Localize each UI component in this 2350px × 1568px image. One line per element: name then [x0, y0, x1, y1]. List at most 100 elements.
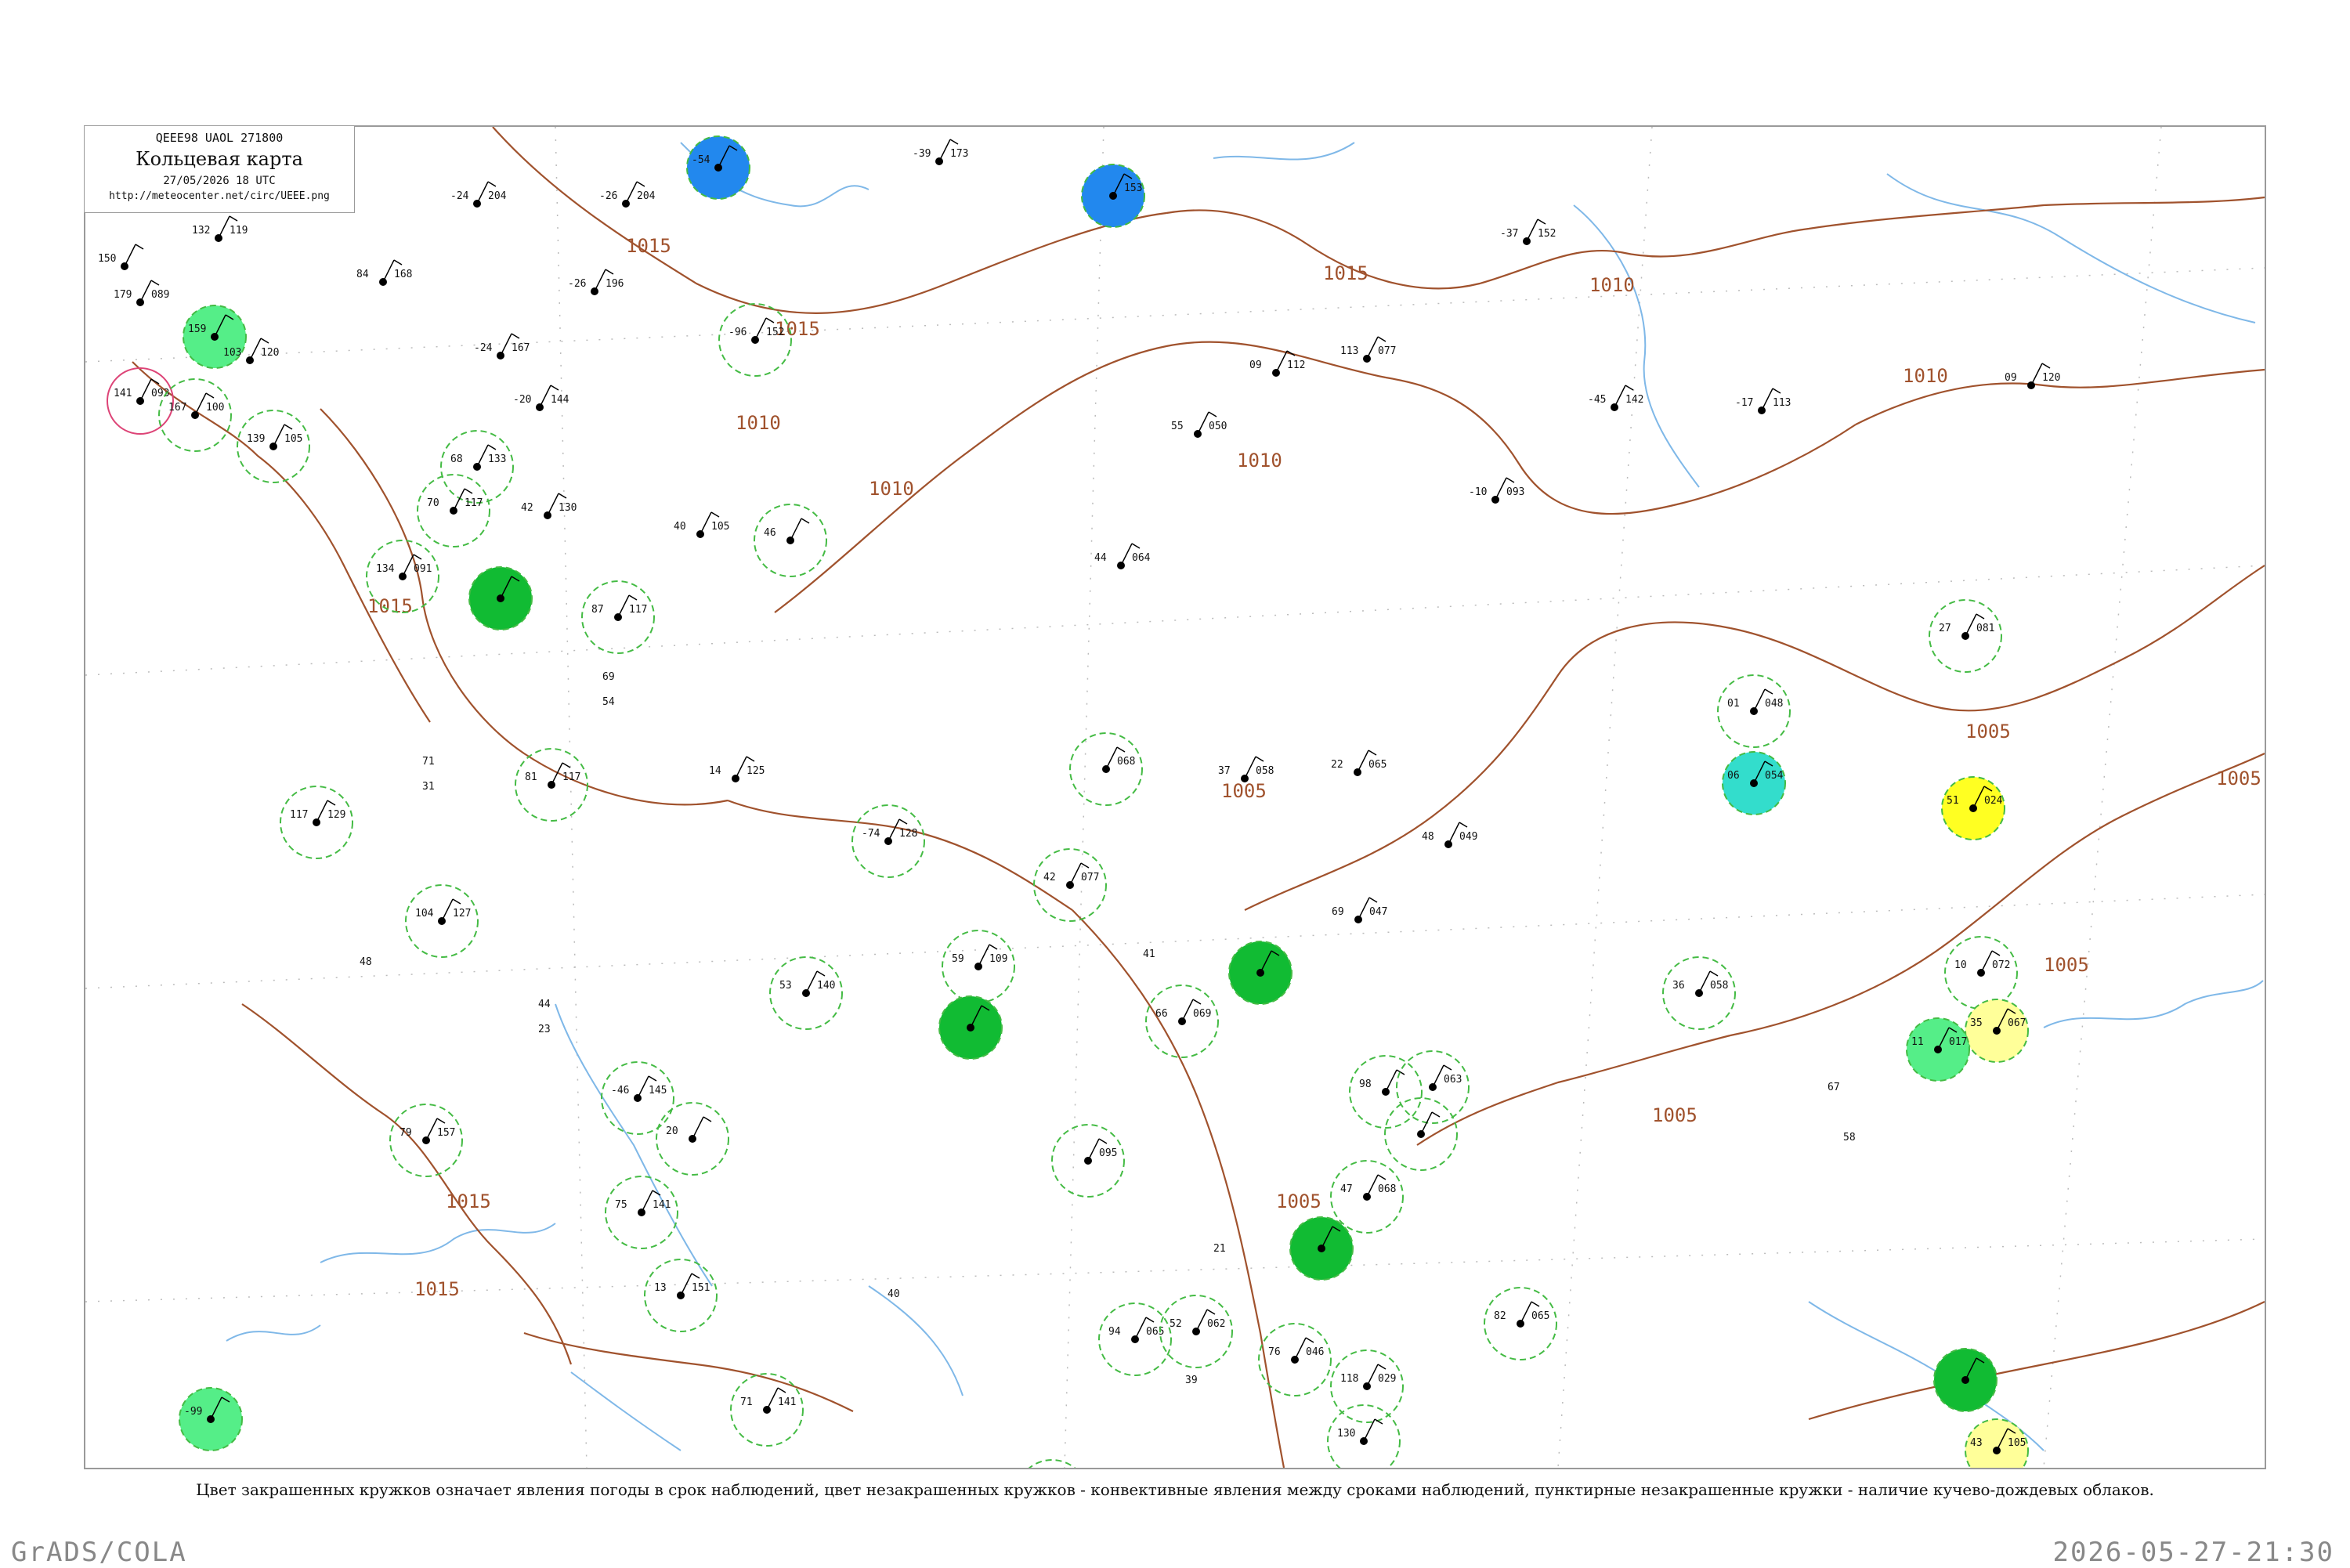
- station-plot[interactable]: [1289, 1216, 1354, 1281]
- station-plot[interactable]: 11 017: [1906, 1017, 1970, 1082]
- station-plot[interactable]: 76 046: [1258, 1323, 1332, 1396]
- grid-line: [85, 565, 2265, 676]
- station-plot[interactable]: -45 142: [1588, 385, 1643, 411]
- station-plot[interactable]: 159: [183, 305, 247, 369]
- station-pressure: 142: [1625, 394, 1643, 406]
- station-temperature: 134: [376, 563, 395, 575]
- station-temperature: 76: [1268, 1346, 1281, 1358]
- station-plot[interactable]: -37 152: [1500, 219, 1556, 245]
- station-plot[interactable]: [1933, 1348, 1998, 1412]
- wind-barb: [1181, 999, 1194, 1022]
- station-plot[interactable]: 150: [98, 244, 144, 270]
- station-plot[interactable]: 118 029: [1330, 1349, 1404, 1423]
- station-plot[interactable]: 095: [1051, 1124, 1125, 1198]
- station-plot[interactable]: 53 140: [769, 956, 843, 1030]
- station-plot[interactable]: -10 093: [1469, 477, 1524, 504]
- wind-barb-feather: [765, 317, 775, 323]
- station-plot[interactable]: 43 105: [1965, 1418, 2029, 1468]
- isobar-label: 1005: [2044, 954, 2089, 976]
- station-plot[interactable]: 27 081: [1929, 599, 2002, 673]
- station-plot[interactable]: 117 129: [280, 786, 353, 859]
- station-temperature: -24: [450, 190, 469, 202]
- wind-barb-feather: [1625, 385, 1634, 391]
- station-plot[interactable]: 55 050: [1171, 411, 1227, 438]
- map-url[interactable]: http://meteocenter.net/circ/UEEE.png: [85, 190, 354, 202]
- station-plot[interactable]: -74 128: [851, 804, 925, 878]
- station-plot[interactable]: -46 145: [601, 1061, 674, 1135]
- station-plot[interactable]: 66 069: [1145, 985, 1219, 1058]
- station-plot[interactable]: 141 093: [107, 367, 174, 435]
- map-number-label: 31: [422, 781, 435, 793]
- station-plot[interactable]: -99: [179, 1387, 243, 1451]
- station-plot[interactable]: 71 141: [730, 1373, 804, 1447]
- station-plot[interactable]: 75 141: [605, 1176, 678, 1249]
- wind-barb: [625, 181, 638, 204]
- station-plot[interactable]: 82 065: [1484, 1287, 1557, 1360]
- station-plot[interactable]: 20: [656, 1102, 729, 1176]
- station-plot[interactable]: 87 117: [581, 580, 655, 654]
- station-plot[interactable]: 179 089: [114, 280, 169, 306]
- station-plot[interactable]: 113 077: [1340, 336, 1396, 363]
- station-plot[interactable]: 95073: [1016, 1459, 1088, 1468]
- station-plot[interactable]: 46: [754, 504, 827, 577]
- station-pressure: 151: [692, 1282, 710, 1294]
- station-pressure: 063: [1444, 1074, 1462, 1086]
- station-plot[interactable]: 47 068: [1330, 1160, 1404, 1234]
- station-plot[interactable]: -39 173: [913, 139, 968, 165]
- station-plot[interactable]: [468, 566, 533, 630]
- station-plot[interactable]: 06 054: [1722, 751, 1786, 815]
- station-plot[interactable]: 14 125: [709, 756, 765, 782]
- station-plot[interactable]: 09 120: [2005, 363, 2060, 389]
- station-plot[interactable]: 59 109: [942, 930, 1015, 1003]
- river: [226, 1324, 321, 1342]
- station-plot[interactable]: 22 065: [1331, 750, 1386, 776]
- station-plot[interactable]: 13 151: [644, 1259, 718, 1332]
- station-plot[interactable]: 10 072: [1944, 936, 2018, 1010]
- station-plot[interactable]: 68 133: [440, 430, 514, 504]
- isobar-line: [774, 341, 1386, 613]
- station-plot[interactable]: -24 204: [450, 181, 507, 208]
- station-plot[interactable]: 69 047: [1332, 897, 1387, 923]
- station-plot[interactable]: 37 058: [1218, 756, 1274, 782]
- station-plot[interactable]: 35 067: [1965, 999, 2029, 1063]
- station-plot[interactable]: 068: [1069, 732, 1143, 806]
- station-temperature: 55: [1171, 421, 1184, 432]
- station-plot[interactable]: 130: [1327, 1404, 1401, 1468]
- station-plot[interactable]: 104 127: [405, 884, 479, 958]
- station-pressure: 049: [1459, 831, 1477, 843]
- wind-barb-feather: [511, 333, 520, 339]
- station-plot[interactable]: [938, 995, 1003, 1060]
- station-plot[interactable]: 84 168: [356, 259, 412, 286]
- station-plot[interactable]: 42 077: [1033, 848, 1107, 922]
- station-plot[interactable]: 36 058: [1662, 956, 1736, 1030]
- lat-lon-grid: [85, 127, 2265, 1468]
- station-plot[interactable]: 79 157: [389, 1104, 463, 1177]
- station-plot[interactable]: 81 117: [515, 748, 588, 822]
- station-plot[interactable]: 153: [1081, 164, 1145, 228]
- wind-barb-feather: [801, 518, 810, 524]
- station-plot[interactable]: -96 152: [718, 303, 792, 377]
- wind-barb-feather: [1377, 336, 1386, 342]
- wind-barb: [453, 488, 465, 511]
- station-plot[interactable]: -54: [686, 135, 750, 200]
- station-plot[interactable]: 132 119: [192, 215, 248, 242]
- station-plot[interactable]: [1384, 1097, 1458, 1171]
- map-canvas[interactable]: 1015101510151015101510151010101010101010…: [85, 127, 2265, 1468]
- station-plot[interactable]: -24 167: [474, 333, 530, 359]
- station-plot[interactable]: -26 196: [568, 269, 624, 295]
- station-plot[interactable]: -26 204: [599, 181, 656, 208]
- station-plot[interactable]: [1228, 941, 1292, 1005]
- station-plot[interactable]: 40 105: [674, 511, 729, 538]
- station-plot[interactable]: 01 048: [1717, 674, 1791, 748]
- station-plot[interactable]: 98: [1349, 1055, 1423, 1129]
- station-plot[interactable]: 70 117: [417, 474, 490, 547]
- station-temperature: -39: [913, 148, 931, 160]
- station-plot[interactable]: -17 113: [1735, 388, 1791, 414]
- station-plot[interactable]: 48 049: [1422, 822, 1477, 848]
- station-plot[interactable]: 42 130: [521, 493, 577, 519]
- station-plot[interactable]: -20 144: [513, 385, 569, 411]
- station-temperature: 79: [400, 1127, 412, 1139]
- station-plot[interactable]: 51 024: [1941, 776, 2005, 840]
- wind-barb: [1366, 1174, 1379, 1198]
- station-plot[interactable]: 44 064: [1094, 543, 1151, 569]
